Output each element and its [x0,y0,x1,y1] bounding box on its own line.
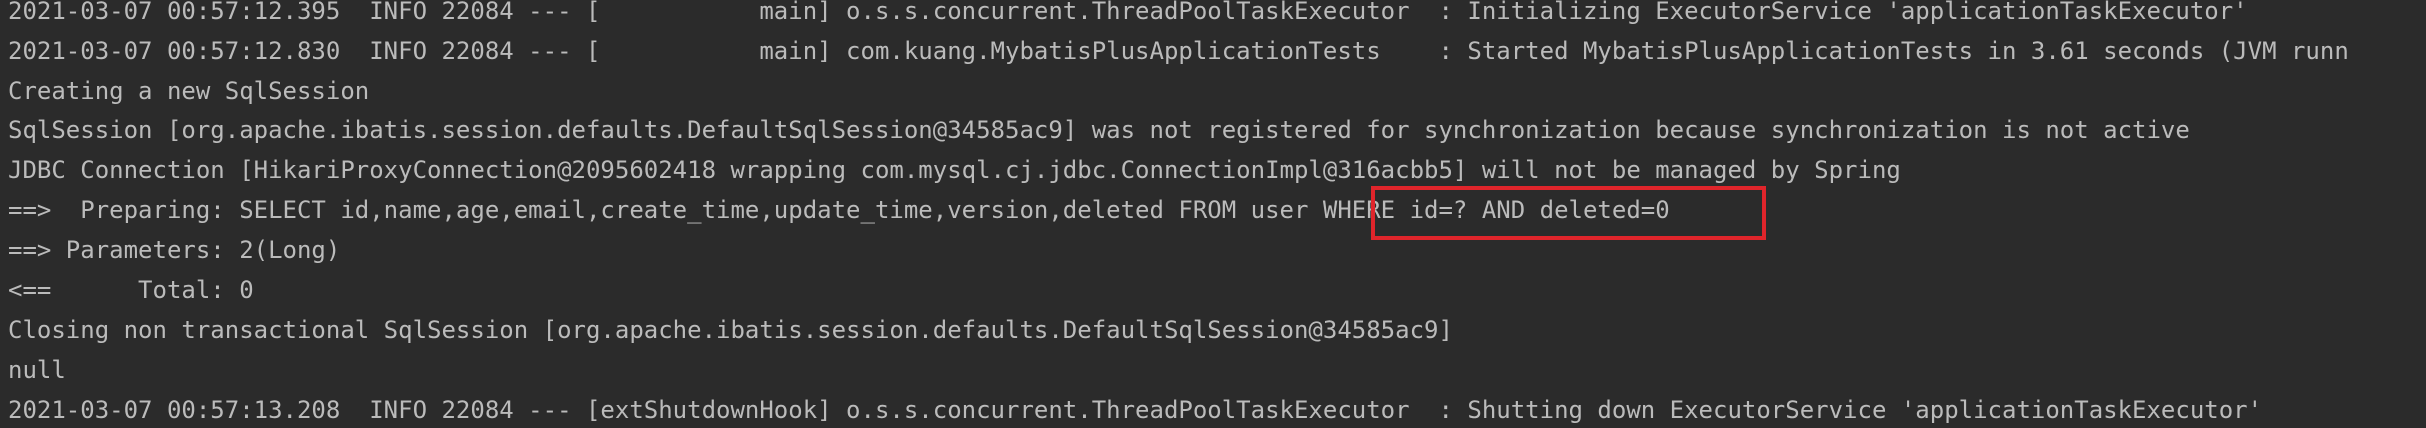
log-line-jdbc-connection: JDBC Connection [HikariProxyConnection@2… [8,156,1901,184]
log-line-sql-total: <== Total: 0 [8,276,254,304]
log-line-application-started: 2021-03-07 00:57:12.830 INFO 22084 --- [… [8,37,2349,65]
log-line-sqlsession-not-registered: SqlSession [org.apache.ibatis.session.de… [8,116,2190,144]
where-clause-highlight-box [1371,186,1766,240]
log-line-creating-sqlsession: Creating a new SqlSession [8,77,370,105]
log-line-closing-sqlsession: Closing non transactional SqlSession [or… [8,316,1453,344]
log-line-shutdown-executor: 2021-03-07 00:57:13.208 INFO 22084 --- [… [8,396,2263,424]
log-line-sql-parameters: ==> Parameters: 2(Long) [8,236,341,264]
console-output: 2021-03-07 00:57:12.395 INFO 22084 --- [… [0,0,2426,428]
log-line-thread-pool-init: 2021-03-07 00:57:12.395 INFO 22084 --- [… [8,0,2248,25]
log-line-null-output: null [8,356,66,384]
